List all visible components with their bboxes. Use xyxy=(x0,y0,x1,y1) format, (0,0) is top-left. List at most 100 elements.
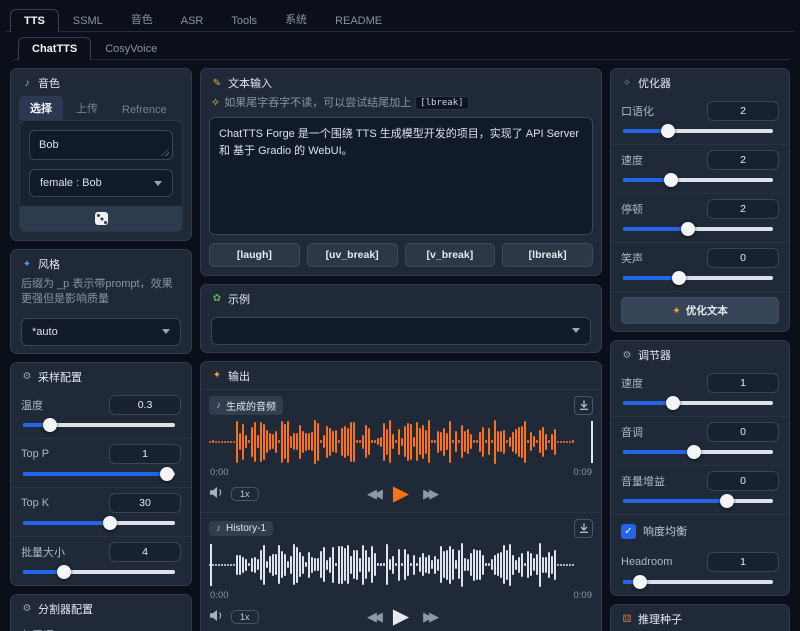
playback-speed-button[interactable]: 1x xyxy=(231,487,259,501)
gain-value[interactable]: 0 xyxy=(707,471,779,491)
gain-row: 音量增益 0 xyxy=(611,465,789,514)
style-panel: ✦ 风格 后缀为 _p 表示带prompt，效果更强但是影响质量 *auto xyxy=(10,249,192,354)
waveform[interactable] xyxy=(209,417,593,467)
download-icon[interactable] xyxy=(574,519,593,538)
batch-size-label: 批量大小 xyxy=(21,544,65,560)
examples-panel: ✿ 示例 xyxy=(200,284,602,353)
speaker-tab-upload[interactable]: 上传 xyxy=(65,96,109,120)
adjuster-title: 调节器 xyxy=(638,347,671,363)
style-hint: 后缀为 _p 表示带prompt，效果更强但是影响质量 xyxy=(11,277,191,313)
speaker-select-body: Bob female : Bob xyxy=(19,120,183,232)
speaker-voice-dropdown[interactable]: female : Bob xyxy=(29,169,173,197)
style-dropdown[interactable]: *auto xyxy=(21,318,181,346)
volume-icon[interactable] xyxy=(209,609,224,625)
playback-speed-button[interactable]: 1x xyxy=(231,610,259,624)
tab-readme[interactable]: README xyxy=(321,9,396,32)
tab-ssml[interactable]: SSML xyxy=(59,9,117,32)
adjuster-panel: ⚙ 调节器 速度 1 音调 0 xyxy=(610,340,790,596)
eos-row: 句尾词 [uv_break] xyxy=(11,622,191,631)
tab-voice[interactable]: 音色 xyxy=(117,5,167,32)
headroom-value[interactable]: 1 xyxy=(707,552,779,572)
speaker-tab-reference[interactable]: Refrence xyxy=(111,100,178,120)
tab-asr[interactable]: ASR xyxy=(167,9,218,32)
play-icon[interactable]: ▶ xyxy=(393,606,409,627)
play-icon[interactable]: ▶ xyxy=(393,483,409,504)
laugh-token-button[interactable]: [laugh] xyxy=(209,243,300,267)
sampling-header: ⚙ 采样配置 xyxy=(11,363,191,390)
audio-label: 生成的音频 xyxy=(226,398,276,413)
output-panel: ✦ 输出 ♪ 生成的音频 xyxy=(200,361,602,631)
time-labels: 0:00 0:09 xyxy=(209,467,593,482)
loudness-label: 响度均衡 xyxy=(643,523,687,539)
speaker-random-button[interactable] xyxy=(20,206,182,231)
top-k-slider[interactable] xyxy=(23,521,175,525)
skip-forward-icon[interactable]: ▶▶ xyxy=(423,486,435,502)
volume-icon[interactable] xyxy=(209,486,224,502)
speaker-name-input[interactable]: Bob xyxy=(29,130,173,160)
lbreak-token-button[interactable]: [lbreak] xyxy=(502,243,593,267)
download-icon[interactable] xyxy=(574,396,593,415)
lbreak-hint-badge: [lbreak] xyxy=(415,96,468,110)
temperature-slider-row: 温度 0.3 xyxy=(11,390,191,438)
pitch-slider[interactable] xyxy=(623,450,773,454)
middle-column: ✎ 文本输入 ✧ 如果尾字吞字不读，可以尝试结尾加上 [lbreak] Chat… xyxy=(200,68,602,631)
style-header: ✦ 风格 xyxy=(11,250,191,277)
time-total: 0:09 xyxy=(574,467,593,478)
break-slider[interactable] xyxy=(623,227,773,231)
pitch-value[interactable]: 0 xyxy=(707,422,779,442)
tab-tts[interactable]: TTS xyxy=(10,9,59,32)
top-k-value[interactable]: 30 xyxy=(109,493,181,513)
temperature-slider[interactable] xyxy=(23,423,175,427)
adjust-speed-value[interactable]: 1 xyxy=(707,373,779,393)
batch-size-value[interactable]: 4 xyxy=(109,542,181,562)
engine-nav: ChatTTS CosyVoice xyxy=(14,36,790,60)
splitter-title: 分割器配置 xyxy=(38,601,93,617)
skip-back-icon[interactable]: ◀◀ xyxy=(367,486,379,502)
oral-slider[interactable] xyxy=(623,129,773,133)
examples-value xyxy=(222,325,225,337)
speed-value[interactable]: 2 xyxy=(707,150,779,170)
knobs-icon: ⚙ xyxy=(21,603,33,614)
refiner-panel: ✧ 优化器 口语化 2 速度 2 xyxy=(610,68,790,332)
skip-forward-icon[interactable]: ▶▶ xyxy=(423,609,435,625)
batch-size-slider-row: 批量大小 4 xyxy=(11,536,191,585)
temperature-value[interactable]: 0.3 xyxy=(109,395,181,415)
refine-text-button[interactable]: ✦ 优化文本 xyxy=(621,297,779,324)
oral-value[interactable]: 2 xyxy=(707,101,779,121)
waveform[interactable] xyxy=(209,540,593,590)
examples-dropdown[interactable] xyxy=(211,317,591,345)
chevron-down-icon xyxy=(162,329,170,334)
gain-slider[interactable] xyxy=(623,499,773,503)
examples-dropdown-row xyxy=(201,312,601,352)
break-value[interactable]: 2 xyxy=(707,199,779,219)
player-controls: 1x ◀◀ ▶ ▶▶ xyxy=(209,605,593,631)
style-hint-text: 后缀为 _p 表示带prompt，效果更强但是影响质量 xyxy=(21,277,181,307)
speed-slider[interactable] xyxy=(623,178,773,182)
pitch-row: 音调 0 xyxy=(611,416,789,465)
v-break-token-button[interactable]: [v_break] xyxy=(405,243,496,267)
splitter-header: ⚙ 分割器配置 xyxy=(11,595,191,622)
top-p-slider[interactable] xyxy=(23,472,175,476)
top-p-value[interactable]: 1 xyxy=(109,444,181,464)
tab-system[interactable]: 系统 xyxy=(271,5,321,32)
headroom-slider[interactable] xyxy=(623,580,773,584)
splitter-panel: ⚙ 分割器配置 句尾词 [uv_break] 分割阈值 100 xyxy=(10,594,192,631)
laugh-value[interactable]: 0 xyxy=(707,248,779,268)
adjust-speed-slider[interactable] xyxy=(623,401,773,405)
tab-tools[interactable]: Tools xyxy=(217,9,271,32)
batch-size-slider[interactable] xyxy=(23,570,175,574)
headroom-label: Headroom xyxy=(621,556,672,568)
break-label: 停顿 xyxy=(621,201,643,217)
top-k-label: Top K xyxy=(21,497,49,509)
tab-chattts[interactable]: ChatTTS xyxy=(18,37,91,60)
style-dropdown-row: *auto xyxy=(11,313,191,353)
uv-break-token-button[interactable]: [uv_break] xyxy=(307,243,398,267)
main-nav: TTS SSML 音色 ASR Tools 系统 README xyxy=(6,4,794,32)
laugh-slider[interactable] xyxy=(623,276,773,280)
loudness-checkbox[interactable]: ✓ xyxy=(621,524,636,539)
speaker-tab-select[interactable]: 选择 xyxy=(19,96,63,120)
tts-text-input[interactable]: ChatTTS Forge 是一个围绕 TTS 生成模型开发的项目，实现了 AP… xyxy=(209,117,593,235)
tab-cosyvoice[interactable]: CosyVoice xyxy=(91,37,171,60)
top-k-slider-row: Top K 30 xyxy=(11,487,191,536)
skip-back-icon[interactable]: ◀◀ xyxy=(367,609,379,625)
